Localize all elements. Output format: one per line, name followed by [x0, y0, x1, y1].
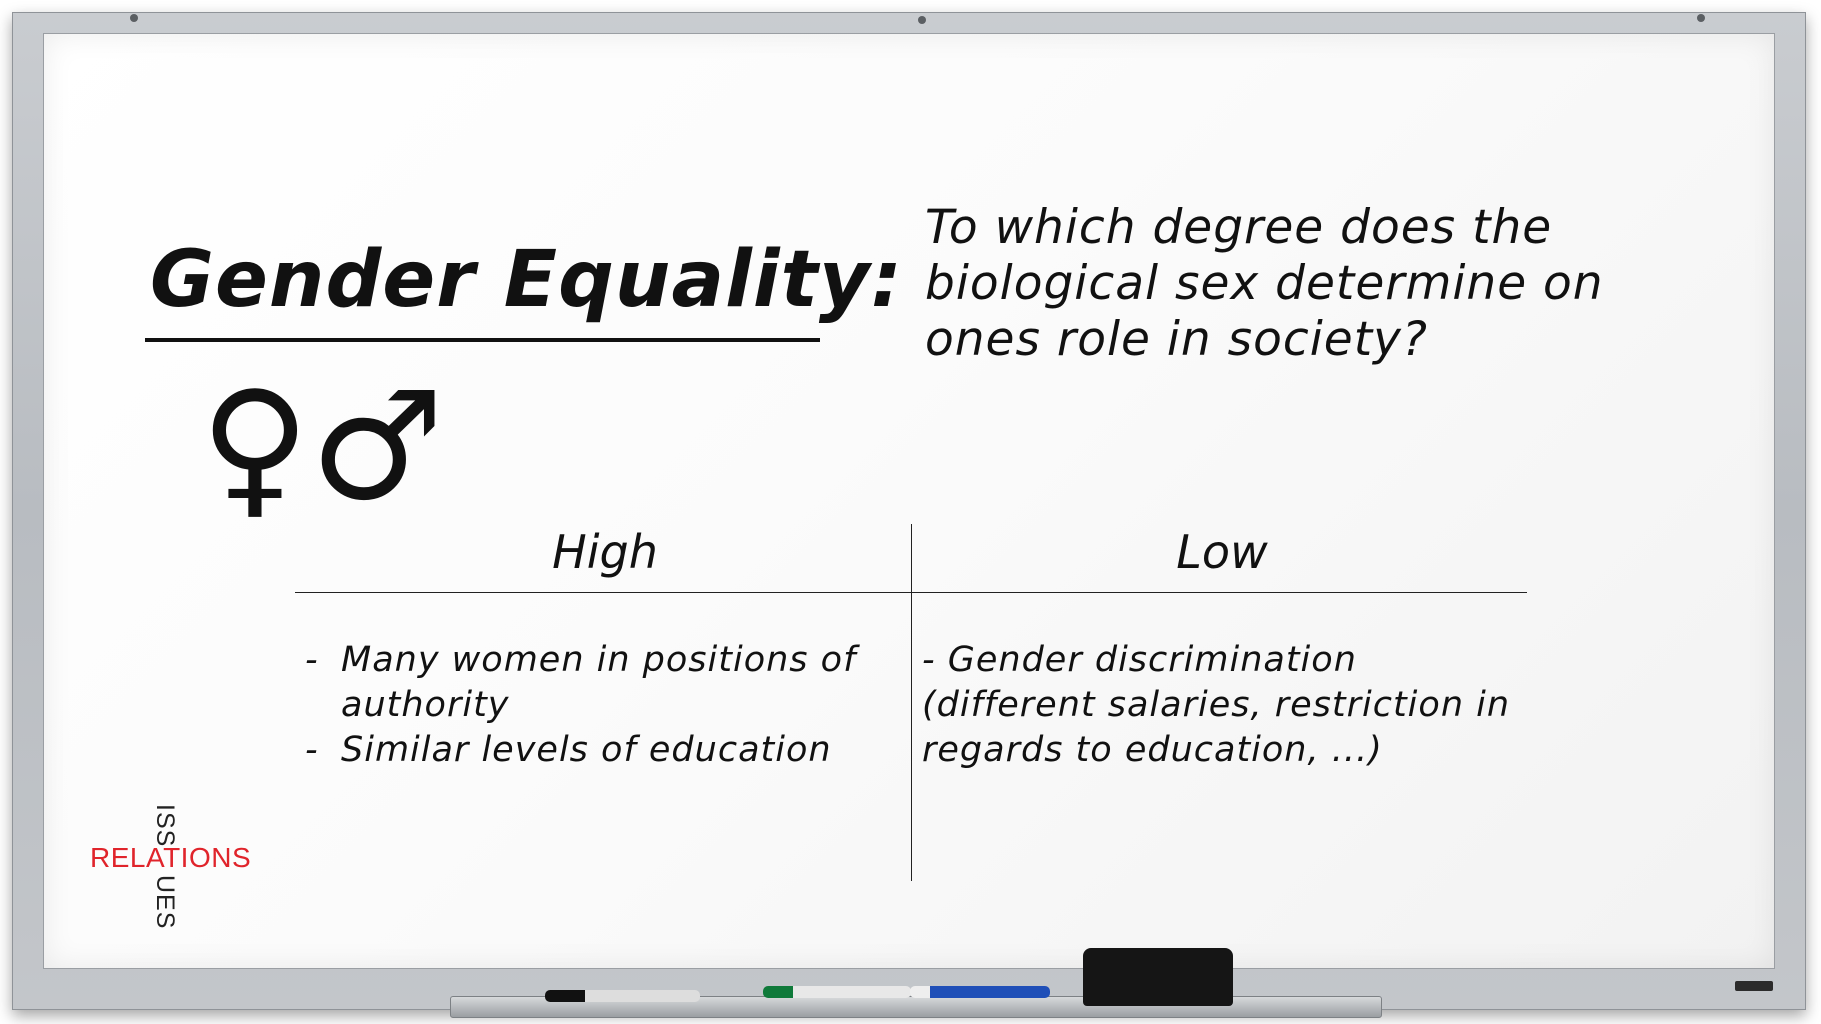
slide-question: To which degree does the biological sex … — [925, 200, 1604, 367]
blue-marker — [910, 986, 1050, 998]
table-vertical-divider — [911, 524, 912, 881]
eraser — [1083, 948, 1233, 1006]
column-heading-low: Low — [1176, 525, 1268, 579]
logo-top-text: ISS — [151, 804, 179, 848]
logo-bottom-text: UES — [151, 875, 179, 930]
slide-title: Gender Equality: — [150, 235, 903, 325]
column-heading-high: High — [552, 525, 658, 579]
screw-icon — [1697, 14, 1705, 22]
brand-badge — [1735, 981, 1773, 991]
logo-main-text: RELATIONS — [90, 842, 252, 873]
dash-bullet: - — [305, 730, 319, 770]
screw-icon — [918, 16, 926, 24]
title-underline — [145, 338, 820, 342]
list-item: - Many women in positions of authority — [305, 638, 865, 728]
low-text-line: regards to education, ...) — [922, 730, 1383, 770]
low-column-text: - Gender discrimination (different salar… — [922, 638, 1512, 773]
gender-symbols-icon: ♀♂ — [200, 360, 445, 534]
low-text-line: - Gender discrimination — [922, 640, 1357, 680]
list-item: - Similar levels of education — [305, 728, 865, 773]
screw-icon — [130, 14, 138, 22]
list-item-text: Similar levels of education — [341, 730, 832, 770]
high-list: - Many women in positions of authority -… — [305, 638, 865, 773]
black-marker — [545, 990, 700, 1002]
low-text-line: (different salaries, restriction in — [922, 685, 1511, 725]
green-marker — [763, 986, 911, 998]
list-item-text: Many women in positions of authority — [341, 640, 857, 725]
dash-bullet: - — [305, 640, 319, 680]
